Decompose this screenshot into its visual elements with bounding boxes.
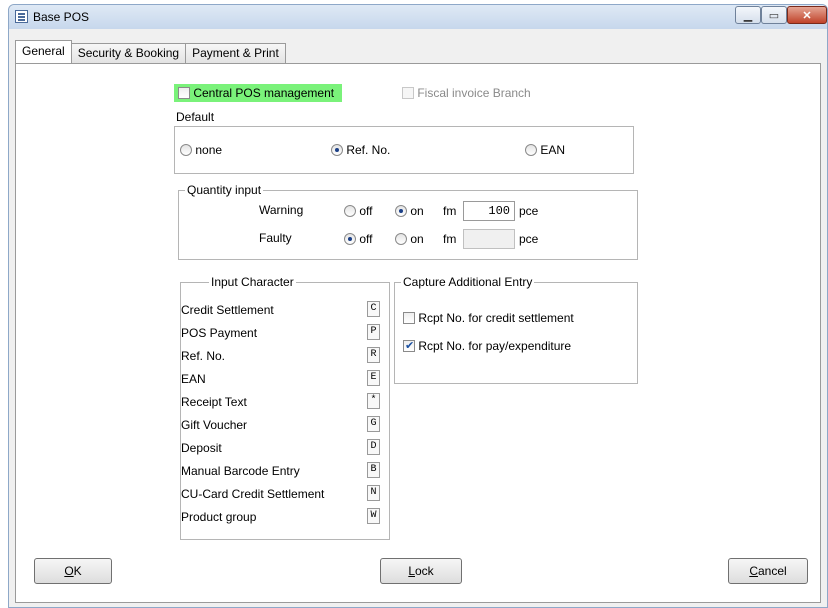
minimize-icon: ▁: [743, 9, 753, 22]
warning-on-label: on: [410, 204, 424, 218]
ic-manual-barcode-key[interactable]: B: [367, 462, 380, 478]
title-bar[interactable]: Base POS ▁ ▭ ✕: [9, 5, 827, 29]
maximize-button[interactable]: ▭: [761, 6, 787, 24]
ic-deposit-key[interactable]: D: [367, 439, 380, 455]
ic-ref-no-label: Ref. No.: [181, 349, 226, 363]
ic-ean-key[interactable]: E: [367, 370, 380, 386]
default-ean-label: EAN: [540, 143, 566, 157]
warning-off-option[interactable]: off: [344, 204, 372, 218]
maximize-icon: ▭: [768, 9, 780, 22]
central-pos-box[interactable]: [178, 87, 190, 99]
warning-off-radio[interactable]: [344, 205, 356, 217]
default-group-title: Default: [176, 110, 215, 124]
ic-gift-voucher-label: Gift Voucher: [181, 418, 248, 432]
warning-unit: pce: [519, 204, 539, 218]
cancel-button-label: ancel: [757, 564, 787, 578]
ic-credit-settlement-label: Credit Settlement: [181, 303, 274, 317]
radio-ean[interactable]: [525, 144, 537, 156]
ok-button-label: K: [73, 564, 82, 578]
ic-pos-payment-label: POS Payment: [181, 326, 258, 340]
ic-receipt-text-label: Receipt Text: [181, 395, 247, 409]
radio-ref-no[interactable]: [331, 144, 343, 156]
ic-cu-card-key[interactable]: N: [367, 485, 380, 501]
faulty-off-option[interactable]: off: [344, 232, 372, 246]
lock-button-mnemonic: L: [408, 564, 415, 578]
central-pos-checkbox[interactable]: Central POS management: [174, 84, 343, 102]
ic-deposit-label: Deposit: [181, 441, 222, 455]
default-option-none[interactable]: none: [180, 143, 222, 157]
close-button[interactable]: ✕: [787, 6, 827, 24]
tab-security-booking[interactable]: Security & Booking: [70, 43, 187, 63]
tab-general[interactable]: General: [15, 40, 72, 63]
ic-gift-voucher-key[interactable]: G: [367, 416, 380, 432]
faulty-off-label: off: [359, 232, 373, 246]
minimize-button[interactable]: ▁: [735, 6, 761, 24]
faulty-unit: pce: [519, 232, 539, 246]
close-icon: ✕: [802, 9, 812, 22]
rcpt-credit-settlement-checkbox[interactable]: Rcpt No. for credit settlement: [403, 311, 574, 325]
input-character-group: Input Character Credit Settlement C POS …: [180, 275, 390, 540]
lock-button[interactable]: Lock: [380, 558, 462, 584]
ic-credit-settlement-key[interactable]: C: [367, 301, 380, 317]
cancel-button[interactable]: Cancel: [728, 558, 808, 584]
lock-button-label: ock: [415, 564, 434, 578]
ic-ean-label: EAN: [181, 372, 206, 386]
fiscal-invoice-checkbox[interactable]: Fiscal invoice Branch: [402, 86, 531, 100]
central-pos-label: Central POS management: [193, 86, 335, 100]
default-option-ean[interactable]: EAN: [525, 143, 565, 157]
ic-manual-barcode-label: Manual Barcode Entry: [181, 464, 300, 478]
faulty-threshold-field[interactable]: [463, 229, 515, 249]
default-group: none Ref. No. EAN: [174, 126, 634, 174]
default-option-ref-no[interactable]: Ref. No.: [331, 143, 390, 157]
capture-additional-entry-title: Capture Additional Entry: [401, 275, 535, 289]
cancel-button-mnemonic: C: [749, 564, 758, 578]
faulty-label: Faulty: [259, 231, 292, 245]
warning-label: Warning: [259, 203, 304, 217]
window-title: Base POS: [33, 10, 90, 24]
rcpt-pay-expenditure-box[interactable]: [403, 339, 415, 352]
input-character-title: Input Character: [209, 275, 296, 289]
warning-on-radio[interactable]: [395, 205, 407, 217]
ic-ref-no-key[interactable]: R: [367, 347, 380, 363]
capture-additional-entry-group: Capture Additional Entry Rcpt No. for cr…: [394, 275, 638, 384]
tab-payment-print[interactable]: Payment & Print: [185, 43, 286, 63]
rcpt-credit-settlement-label: Rcpt No. for credit settlement: [418, 311, 574, 325]
ic-pos-payment-key[interactable]: P: [367, 324, 380, 340]
warning-fm-label: fm: [443, 204, 457, 218]
quantity-input-group: Quantity input Warning off on fm 100 pce…: [178, 183, 638, 260]
warning-on-option[interactable]: on: [395, 204, 424, 218]
base-pos-window: Base POS ▁ ▭ ✕ General Security & Bookin…: [8, 4, 828, 608]
ic-product-group-key[interactable]: W: [367, 508, 380, 524]
rcpt-credit-settlement-box[interactable]: [403, 312, 415, 324]
faulty-off-radio[interactable]: [344, 233, 356, 245]
faulty-on-label: on: [410, 232, 424, 246]
faulty-fm-label: fm: [443, 232, 457, 246]
ic-product-group-label: Product group: [181, 510, 257, 524]
ok-button-mnemonic: O: [64, 564, 74, 578]
radio-none[interactable]: [180, 144, 192, 156]
ic-receipt-text-key[interactable]: *: [367, 393, 380, 409]
rcpt-pay-expenditure-checkbox[interactable]: Rcpt No. for pay/expenditure: [403, 339, 571, 353]
warning-threshold-field[interactable]: 100: [463, 201, 515, 221]
fiscal-invoice-label: Fiscal invoice Branch: [417, 86, 531, 100]
general-tab-panel: Central POS management Fiscal invoice Br…: [15, 63, 821, 603]
ok-button[interactable]: OK: [34, 558, 112, 584]
warning-off-label: off: [359, 204, 373, 218]
fiscal-invoice-box[interactable]: [402, 87, 414, 99]
app-icon: [15, 10, 28, 23]
default-none-label: none: [195, 143, 223, 157]
rcpt-pay-expenditure-label: Rcpt No. for pay/expenditure: [418, 339, 572, 353]
ic-cu-card-label: CU-Card Credit Settlement: [181, 487, 325, 501]
default-ref-no-label: Ref. No.: [346, 143, 391, 157]
quantity-input-title: Quantity input: [185, 183, 264, 197]
tab-bar: General Security & Booking Payment & Pri…: [15, 40, 286, 63]
faulty-on-option[interactable]: on: [395, 232, 424, 246]
faulty-on-radio[interactable]: [395, 233, 407, 245]
